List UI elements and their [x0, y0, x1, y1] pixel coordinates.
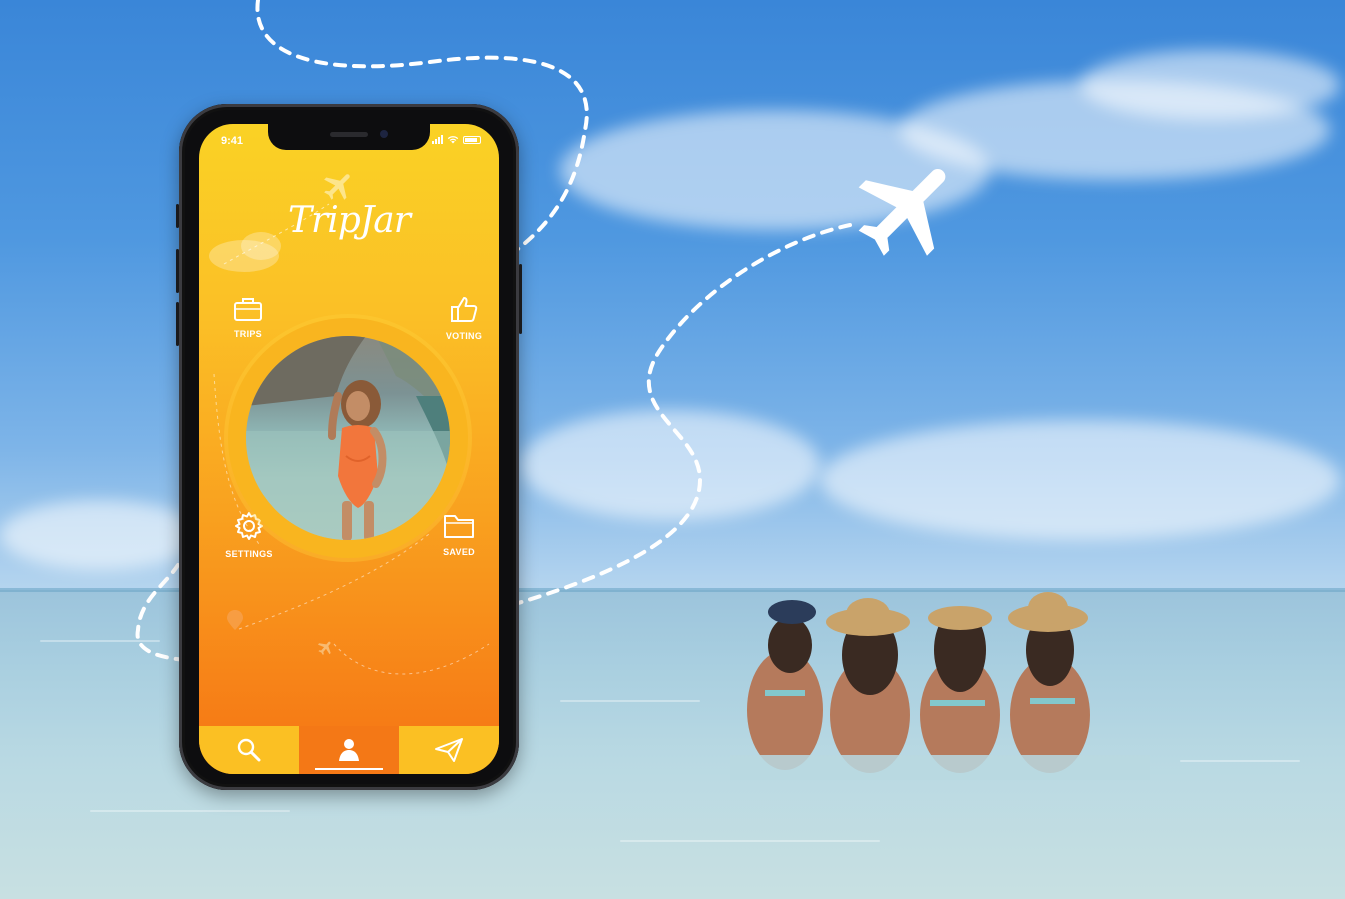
phone-side-button [519, 264, 522, 334]
suitcase-icon [234, 298, 262, 321]
profile-icon [339, 739, 359, 761]
tab-search[interactable] [199, 726, 299, 774]
menu-saved-label: SAVED [443, 547, 475, 557]
bottom-tab-bar [199, 726, 499, 774]
status-time: 9:41 [221, 135, 244, 147]
profile-photo[interactable] [246, 336, 450, 540]
profile-photo-ring [228, 318, 468, 558]
folder-icon [444, 515, 474, 538]
profile-photo-illustration [246, 336, 450, 540]
app-logo: TripJar [288, 200, 411, 241]
menu-saved[interactable]: SAVED [437, 512, 481, 557]
phone-side-button [176, 249, 179, 293]
speaker-grille [330, 132, 368, 137]
signal-icon [432, 135, 443, 144]
menu-trips[interactable]: TRIPS [225, 296, 271, 339]
menu-settings-label: SETTINGS [225, 549, 273, 559]
menu-voting-label: VOTING [445, 331, 483, 341]
phone-side-button [176, 204, 179, 228]
app-screen: 9:41 TripJar TRIPS VOTING SETTINGS SAVED [199, 124, 499, 774]
logo-airplane-icon [324, 174, 350, 200]
tab-send[interactable] [399, 726, 499, 774]
phone-mockup: 9:41 TripJar TRIPS VOTING SETTINGS SAVED [176, 104, 522, 790]
front-camera [380, 130, 388, 138]
thumbs-up-icon [451, 297, 478, 322]
phone-side-button [176, 302, 179, 346]
phone-notch [268, 124, 430, 150]
tab-profile[interactable] [299, 726, 399, 774]
battery-icon [463, 136, 481, 144]
paper-plane-icon [435, 738, 463, 762]
airplane-icon [858, 169, 946, 256]
menu-voting[interactable]: VOTING [439, 294, 489, 341]
search-icon [237, 738, 261, 762]
wifi-icon [447, 136, 459, 144]
status-icons [432, 135, 481, 144]
menu-trips-label: TRIPS [233, 329, 262, 339]
